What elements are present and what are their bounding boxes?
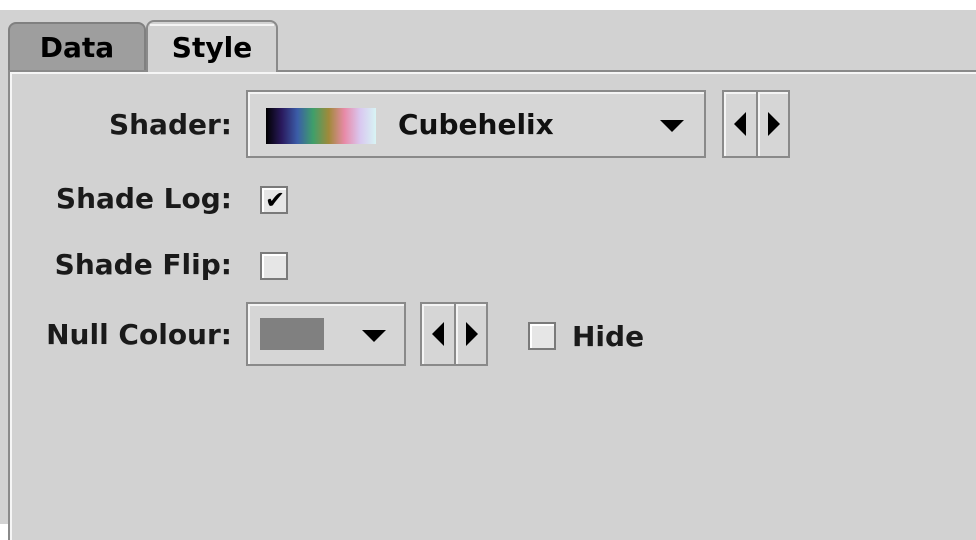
shader-next-button[interactable] [756, 90, 790, 158]
shader-select[interactable]: Cubehelix [246, 90, 706, 158]
tab-style-label: Style [171, 30, 253, 64]
shade-flip-label: Shade Flip: [54, 248, 232, 281]
shader-previous-button[interactable] [722, 90, 758, 158]
shader-label: Shader: [108, 108, 232, 141]
checkmark-icon: ✔ [265, 186, 286, 214]
null-colour-select[interactable] [246, 302, 406, 366]
tab-style[interactable]: Style [146, 20, 278, 72]
null-colour-previous-button[interactable] [420, 302, 456, 366]
shader-selected-value: Cubehelix [398, 108, 554, 141]
triangle-right-icon [466, 322, 478, 346]
hide-checkbox[interactable] [528, 322, 556, 350]
style-tab-content: Shader: Cubehelix Shade Log: ✔ Shade Fli… [8, 70, 976, 540]
null-colour-label: Null Colour: [46, 318, 232, 351]
triangle-left-icon [734, 112, 746, 136]
style-panel-window: Data Style Shader: Cubehelix Shade Log: … [0, 0, 976, 540]
chevron-down-icon [660, 120, 684, 132]
shade-log-label: Shade Log: [55, 182, 232, 215]
tab-data[interactable]: Data [8, 22, 146, 70]
triangle-right-icon [768, 112, 780, 136]
chevron-down-icon [362, 330, 386, 342]
shader-gradient-swatch [266, 108, 376, 144]
null-colour-swatch [260, 318, 324, 350]
shade-log-checkbox[interactable]: ✔ [260, 186, 288, 214]
hide-label[interactable]: Hide [572, 320, 644, 353]
null-colour-next-button[interactable] [454, 302, 488, 366]
tab-data-label: Data [39, 30, 115, 64]
shade-flip-checkbox[interactable] [260, 252, 288, 280]
triangle-left-icon [432, 322, 444, 346]
